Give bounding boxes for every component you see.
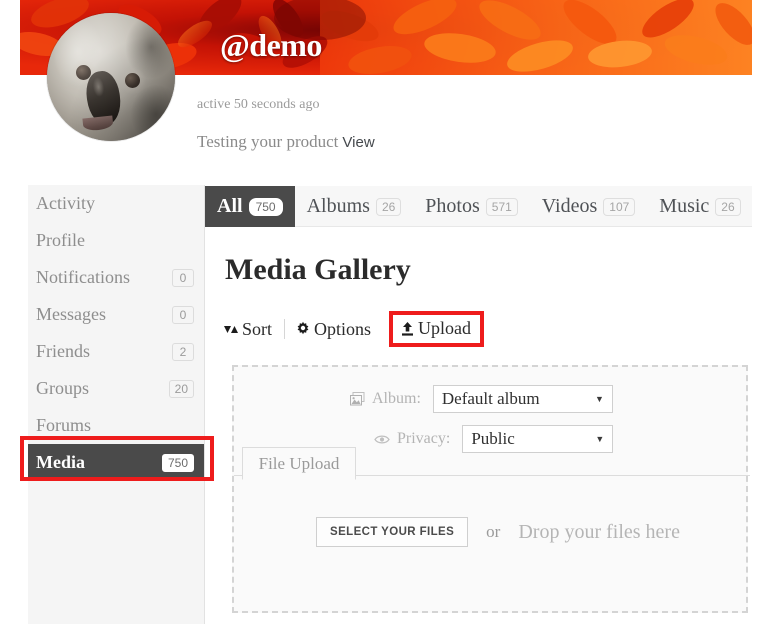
album-label: Album: xyxy=(350,390,421,408)
profile-media-page: @demo active 50 seconds ago Testing your… xyxy=(0,0,780,624)
sidebar-item-count: 0 xyxy=(172,268,194,287)
privacy-selected-value: Public xyxy=(471,429,515,448)
sidebar-item-label: Messages xyxy=(36,304,106,324)
sidebar-item-messages[interactable]: Messages 0 xyxy=(28,296,204,333)
album-selected-value: Default album xyxy=(441,389,540,408)
view-link[interactable]: View xyxy=(342,134,374,151)
gear-icon xyxy=(295,321,311,337)
profile-bio-line: Testing your product View xyxy=(197,132,375,152)
sidebar-item-label: Groups xyxy=(36,378,89,398)
upload-label: Upload xyxy=(418,318,472,338)
tab-count: 26 xyxy=(375,197,402,216)
album-label-text: Album: xyxy=(372,390,421,407)
media-toolbar: Sort Options Upload xyxy=(223,311,485,347)
sidebar-item-label: Friends xyxy=(36,341,90,361)
tab-all[interactable]: All 750 xyxy=(205,186,295,227)
eye-icon xyxy=(374,434,390,445)
tab-count: 26 xyxy=(715,197,741,216)
options-button[interactable]: Options xyxy=(295,319,381,340)
koala-shading xyxy=(47,13,175,141)
sidebar-item-label: Activity xyxy=(36,193,95,213)
tab-count: 750 xyxy=(248,197,283,216)
chevron-down-icon: ▼ xyxy=(595,434,605,444)
media-content-area: Media Gallery Sort Options Upload Album:… xyxy=(205,227,752,624)
sidebar-item-count: 20 xyxy=(168,379,194,398)
album-select[interactable]: Default album ▼ xyxy=(432,385,613,413)
sidebar-item-label: Forums xyxy=(36,415,92,435)
sidebar-item-count: 0 xyxy=(172,305,194,324)
profile-username: @demo xyxy=(220,27,322,63)
page-title: Media Gallery xyxy=(225,253,411,286)
drop-files-hint: Drop your files here xyxy=(518,520,680,543)
profile-bio-text: Testing your product xyxy=(197,132,339,151)
tab-photos[interactable]: Photos 571 xyxy=(413,186,530,227)
sidebar-item-count: 750 xyxy=(161,453,194,472)
images-stack-icon xyxy=(350,392,365,406)
sidebar-item-profile[interactable]: Profile xyxy=(28,222,204,259)
tab-videos[interactable]: Videos 107 xyxy=(530,186,648,227)
toolbar-divider xyxy=(284,319,286,339)
tab-label: Videos xyxy=(541,195,598,217)
chevron-down-icon: ▼ xyxy=(594,394,604,404)
sidebar-item-media[interactable]: Media 750 xyxy=(28,444,204,481)
sidebar-item-friends[interactable]: Friends 2 xyxy=(28,333,204,370)
sidebar-item-label: Notifications xyxy=(36,267,130,287)
tab-count: 571 xyxy=(485,197,518,216)
tab-count: 107 xyxy=(603,197,636,216)
privacy-label: Privacy: xyxy=(374,430,450,448)
tab-file-upload[interactable]: File Upload xyxy=(242,447,356,480)
tab-label: Albums xyxy=(306,195,370,217)
sidebar-item-notifications[interactable]: Notifications 0 xyxy=(28,259,204,296)
sort-arrows-icon xyxy=(223,322,239,336)
sort-button[interactable]: Sort xyxy=(223,319,282,340)
avatar[interactable] xyxy=(47,13,175,141)
upload-dropzone-panel[interactable]: Album: Default album ▼ Privacy: Public ▼… xyxy=(232,365,750,613)
privacy-label-text: Privacy: xyxy=(397,430,451,447)
select-files-label: SELECT YOUR FILES xyxy=(330,526,455,538)
sidebar-item-groups[interactable]: Groups 20 xyxy=(28,370,204,407)
tab-label: Music xyxy=(659,195,710,217)
last-active-status: active 50 seconds ago xyxy=(197,97,320,112)
tab-label: Photos xyxy=(425,195,480,217)
dropzone-row: SELECT YOUR FILES or Drop your files her… xyxy=(234,517,750,547)
privacy-select[interactable]: Public ▼ xyxy=(462,425,614,453)
upload-icon xyxy=(400,321,415,337)
options-label: Options xyxy=(314,318,372,339)
profile-nav-sidebar: Activity Profile Notifications 0 Message… xyxy=(28,185,205,624)
tab-albums[interactable]: Albums 26 xyxy=(295,186,414,227)
select-files-button[interactable]: SELECT YOUR FILES xyxy=(316,517,469,547)
tab-music[interactable]: Music 26 xyxy=(647,186,752,227)
media-tabbar: All 750 Albums 26 Photos 571 Videos 107 … xyxy=(205,186,752,227)
album-field-row: Album: Default album ▼ xyxy=(234,385,746,413)
tab-label: All xyxy=(217,195,243,217)
sidebar-item-label: Media xyxy=(36,452,85,472)
sidebar-item-count: 2 xyxy=(172,342,194,361)
upload-button[interactable]: Upload xyxy=(389,311,485,347)
sort-label: Sort xyxy=(242,318,273,339)
file-upload-tab-label: File Upload xyxy=(258,453,340,473)
sidebar-item-forums[interactable]: Forums xyxy=(28,407,204,444)
or-separator-label: or xyxy=(486,522,501,541)
sidebar-item-label: Profile xyxy=(36,230,85,250)
sidebar-item-activity[interactable]: Activity xyxy=(28,185,204,222)
